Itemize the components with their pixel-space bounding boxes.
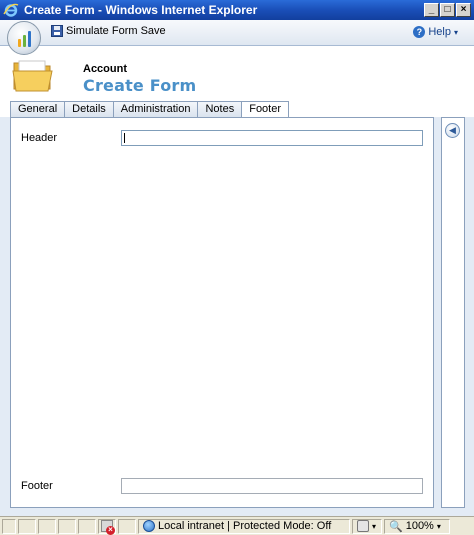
blocked-icon <box>101 520 115 535</box>
status-cell <box>118 518 136 534</box>
logo-bar-icon <box>22 35 26 47</box>
save-disk-icon <box>51 25 63 37</box>
zoom-icon: 🔍 <box>389 520 403 533</box>
tab-general[interactable]: General <box>10 101 65 118</box>
footer-input[interactable] <box>121 478 423 494</box>
zoom-level: 100% <box>405 520 434 532</box>
status-cell <box>38 518 56 534</box>
footer-field-label: Footer <box>21 480 53 492</box>
chevron-down-icon: ▾ <box>453 27 458 37</box>
maximize-button[interactable]: □ <box>440 3 455 17</box>
security-zone-indicator[interactable]: Local intranet | Protected Mode: Off <box>138 518 350 534</box>
simulate-form-save-label: Simulate Form Save <box>66 25 166 37</box>
protected-mode-button[interactable]: ▾ <box>352 518 382 534</box>
window-controls: _ □ × <box>424 3 471 17</box>
logo-bar-icon <box>27 31 31 47</box>
help-menu-button[interactable]: ? Help ▾ <box>413 26 458 38</box>
zoom-button[interactable]: 🔍 100% ▾ <box>384 518 450 534</box>
tab-administration[interactable]: Administration <box>112 101 198 118</box>
minimize-button[interactable]: _ <box>424 3 439 17</box>
help-label: Help <box>428 26 451 38</box>
window-title-bar: Create Form - Windows Internet Explorer … <box>0 0 474 20</box>
side-pane: ◀ <box>441 117 465 508</box>
chevron-down-icon: ▾ <box>436 521 441 531</box>
lock-icon <box>357 520 369 532</box>
folder-icon <box>12 57 56 93</box>
status-cell <box>2 518 16 534</box>
close-button[interactable]: × <box>456 3 471 17</box>
collapse-arrow-icon[interactable]: ◀ <box>445 123 460 138</box>
globe-icon <box>143 520 155 532</box>
logo-bar-icon <box>17 39 21 47</box>
simulate-form-save-button[interactable]: Simulate Form Save <box>51 25 166 37</box>
text-cursor <box>124 133 125 143</box>
status-cell <box>58 518 76 534</box>
tab-details[interactable]: Details <box>64 101 113 118</box>
form-panel: Header Footer <box>10 117 434 508</box>
crm-logo-icon[interactable] <box>7 21 41 55</box>
status-cell <box>78 518 96 534</box>
header-field-label: Header <box>21 132 58 144</box>
popup-blocked-indicator[interactable] <box>98 518 116 535</box>
security-zone-text: Local intranet | Protected Mode: Off <box>158 520 332 532</box>
chevron-down-icon: ▾ <box>372 521 377 531</box>
internet-explorer-icon <box>3 2 19 18</box>
header-input[interactable] <box>121 130 423 146</box>
window-title: Create Form - Windows Internet Explorer <box>24 3 258 17</box>
status-bar: Local intranet | Protected Mode: Off ▾ 🔍… <box>0 516 474 535</box>
form-header: Account Create Form <box>0 47 474 99</box>
page-title: Create Form <box>83 76 197 95</box>
entity-name: Account <box>83 63 127 75</box>
help-icon: ? <box>413 26 426 38</box>
status-cell <box>18 518 36 534</box>
tab-notes[interactable]: Notes <box>197 101 242 118</box>
form-tabs: General Details Administration Notes Foo… <box>10 101 290 119</box>
